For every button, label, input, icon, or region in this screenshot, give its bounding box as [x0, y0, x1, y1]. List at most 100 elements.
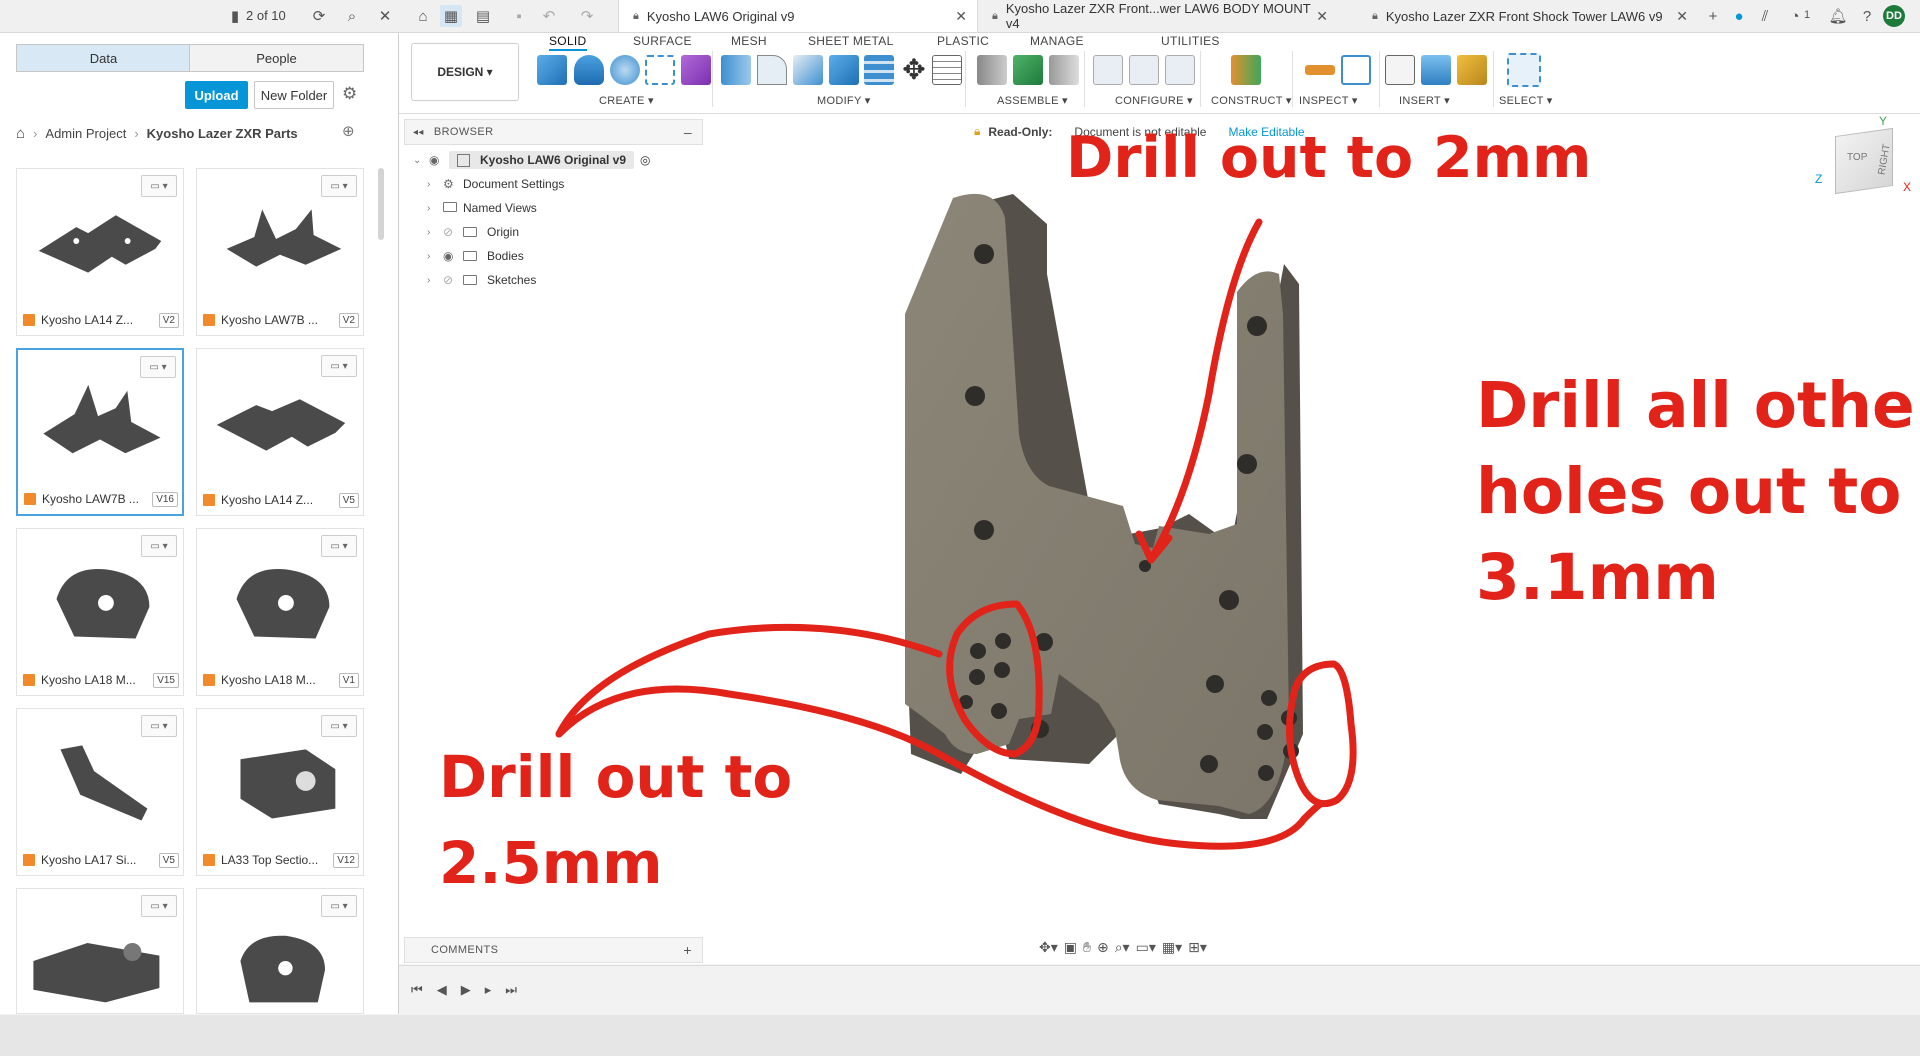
breadcrumb-current-folder[interactable]: Kyosho Lazer ZXR Parts	[147, 126, 298, 141]
create-form-icon[interactable]	[681, 55, 711, 85]
help-icon[interactable]: ?	[1856, 5, 1878, 27]
card-menu-button[interactable]: ▭ ▾	[141, 175, 177, 197]
configure-table-icon[interactable]	[1093, 55, 1123, 85]
insert-canvas-icon[interactable]	[1421, 55, 1451, 85]
version-badge[interactable]: V2	[158, 313, 179, 328]
browser-minimize-icon[interactable]: –	[684, 124, 692, 140]
browser-node-named-views[interactable]: › Named Views	[427, 198, 537, 218]
browser-node-sketches[interactable]: › ⊘ Sketches	[427, 270, 536, 290]
select-menu[interactable]: SELECT ▾	[1499, 94, 1553, 107]
assemble-menu[interactable]: ASSEMBLE ▾	[997, 94, 1068, 107]
chevron-right-icon[interactable]: ›	[427, 275, 443, 286]
modify-menu[interactable]: MODIFY ▾	[817, 94, 871, 107]
create-menu[interactable]: CREATE ▾	[599, 94, 654, 107]
display-settings-icon[interactable]: ▭▾	[1136, 939, 1156, 956]
tab-utilities[interactable]: UTILITIES	[1161, 34, 1220, 48]
file-card[interactable]: ▭ ▾ Kyosho LA18 M... V1	[196, 528, 364, 696]
card-menu-button[interactable]: ▭ ▾	[141, 715, 177, 737]
version-badge[interactable]: V12	[333, 853, 359, 868]
settings-gear-icon[interactable]: ⚙	[342, 84, 357, 104]
go-to-end-icon[interactable]: ⏭︎	[505, 982, 517, 998]
close-tab-icon[interactable]: ✕	[1676, 8, 1688, 25]
user-avatar[interactable]: DD	[1883, 5, 1905, 27]
add-comment-icon[interactable]: +	[683, 942, 692, 958]
new-joint-origin-icon[interactable]	[1013, 55, 1043, 85]
home-icon[interactable]: ⌂	[16, 125, 25, 142]
online-status-icon[interactable]: ●	[1728, 5, 1750, 27]
activate-radio-icon[interactable]: ◎	[640, 153, 650, 167]
section-analysis-icon[interactable]	[1341, 55, 1371, 85]
tab-plastic[interactable]: PLASTIC	[937, 34, 989, 48]
joint-icon[interactable]	[977, 55, 1007, 85]
notifications-icon[interactable]: 🔔︎	[1827, 5, 1849, 27]
hidden-eye-icon[interactable]: ⊘	[443, 273, 463, 287]
fillet-icon[interactable]	[757, 55, 787, 85]
press-pull-icon[interactable]	[721, 55, 751, 85]
as-built-joint-icon[interactable]	[1049, 55, 1079, 85]
inspect-menu[interactable]: INSPECT ▾	[1299, 94, 1358, 107]
version-badge[interactable]: V5	[158, 853, 179, 868]
revolve-icon[interactable]	[610, 55, 640, 85]
file-card[interactable]: ▭ ▾ Kyosho LA17 Si... V5	[16, 708, 184, 876]
search-icon[interactable]: ⌕	[341, 5, 363, 27]
configure-theme-icon[interactable]	[1165, 55, 1195, 85]
close-tab-icon[interactable]: ✕	[955, 8, 967, 25]
chevron-down-icon[interactable]: ⌄	[413, 155, 429, 166]
extrude-icon[interactable]	[574, 55, 604, 85]
file-card[interactable]: ▭ ▾ LA33 Top Sectio... V12	[196, 708, 364, 876]
tab-data[interactable]: Data	[16, 44, 191, 72]
chevron-right-icon[interactable]: ›	[427, 203, 443, 214]
new-folder-button[interactable]: New Folder	[254, 81, 334, 109]
version-badge[interactable]: V2	[338, 313, 359, 328]
hidden-eye-icon[interactable]: ⊘	[443, 225, 463, 239]
save-icon[interactable]: ▪	[508, 5, 530, 27]
construct-menu[interactable]: CONSTRUCT ▾	[1211, 94, 1292, 107]
grid-settings-icon[interactable]: ▦▾	[1162, 939, 1182, 956]
close-tab-icon[interactable]: ✕	[1316, 8, 1328, 25]
browser-node-origin[interactable]: › ⊘ Origin	[427, 222, 519, 242]
tab-manage[interactable]: MANAGE	[1030, 34, 1084, 48]
configure-menu[interactable]: CONFIGURE ▾	[1115, 94, 1193, 107]
parameters-icon[interactable]	[932, 55, 962, 85]
view-cube-top-face[interactable]: TOP	[1847, 152, 1867, 163]
file-version-icon[interactable]: ▮	[226, 5, 244, 27]
card-menu-button[interactable]: ▭ ▾	[321, 175, 357, 197]
tab-sheet-metal[interactable]: SHEET METAL	[808, 34, 894, 48]
browser-root-node[interactable]: ⌄ ◉ Kyosho LAW6 Original v9 ◎	[413, 150, 651, 170]
undo-icon[interactable]: ↶	[538, 5, 560, 27]
sync-icon[interactable]: ⊕	[342, 122, 355, 140]
move-copy-icon[interactable]: ✥	[899, 55, 929, 85]
browser-node-bodies[interactable]: › ◉ Bodies	[427, 246, 524, 266]
refresh-icon[interactable]: ⟳	[308, 5, 330, 27]
step-forward-icon[interactable]: ▸	[485, 982, 492, 998]
tab-surface[interactable]: SURFACE	[633, 34, 692, 48]
go-to-start-icon[interactable]: ⏮︎	[411, 982, 423, 998]
extensions-icon[interactable]: ⫽	[1754, 5, 1776, 27]
view-cube[interactable]: TOP RIGHT X Y Z	[1799, 114, 1911, 204]
design-canvas[interactable]: ◂◂ BROWSER – ⌄ ◉ Kyosho LAW6 Original v9…	[399, 114, 1920, 964]
browser-node-document-settings[interactable]: › ⚙ Document Settings	[427, 174, 564, 194]
card-menu-button[interactable]: ▭ ▾	[141, 535, 177, 557]
insert-mcmaster-icon[interactable]	[1457, 55, 1487, 85]
file-card[interactable]: ▭ ▾	[16, 888, 184, 1014]
look-at-icon[interactable]: ▣	[1064, 939, 1077, 956]
new-component-icon[interactable]	[537, 55, 567, 85]
workspace-switcher-button[interactable]: DESIGN ▾	[411, 43, 519, 101]
tab-kyosho-law6-original[interactable]: 🔒︎ Kyosho LAW6 Original v9 ✕	[618, 0, 978, 32]
file-card-selected[interactable]: ▭ ▾ Kyosho LAW7B ... V16	[16, 348, 184, 516]
comments-panel[interactable]: COMMENTS +	[404, 937, 703, 963]
fit-icon[interactable]: ⌕▾	[1115, 939, 1130, 956]
upload-button[interactable]: Upload	[185, 81, 248, 109]
combine-icon[interactable]	[864, 55, 894, 85]
select-window-icon[interactable]	[1507, 53, 1541, 87]
insert-menu[interactable]: INSERT ▾	[1399, 94, 1450, 107]
chevron-right-icon[interactable]: ›	[427, 179, 443, 190]
close-panel-icon[interactable]: ✕	[374, 5, 396, 27]
file-card[interactable]: ▭ ▾ Kyosho LAW7B ... V2	[196, 168, 364, 336]
tab-mesh[interactable]: MESH	[731, 34, 767, 48]
card-menu-button[interactable]: ▭ ▾	[321, 895, 357, 917]
data-panel-scrollbar[interactable]	[378, 168, 384, 240]
chevron-right-icon[interactable]: ›	[427, 251, 443, 262]
redo-icon[interactable]: ↷	[576, 5, 598, 27]
card-menu-button[interactable]: ▭ ▾	[141, 895, 177, 917]
